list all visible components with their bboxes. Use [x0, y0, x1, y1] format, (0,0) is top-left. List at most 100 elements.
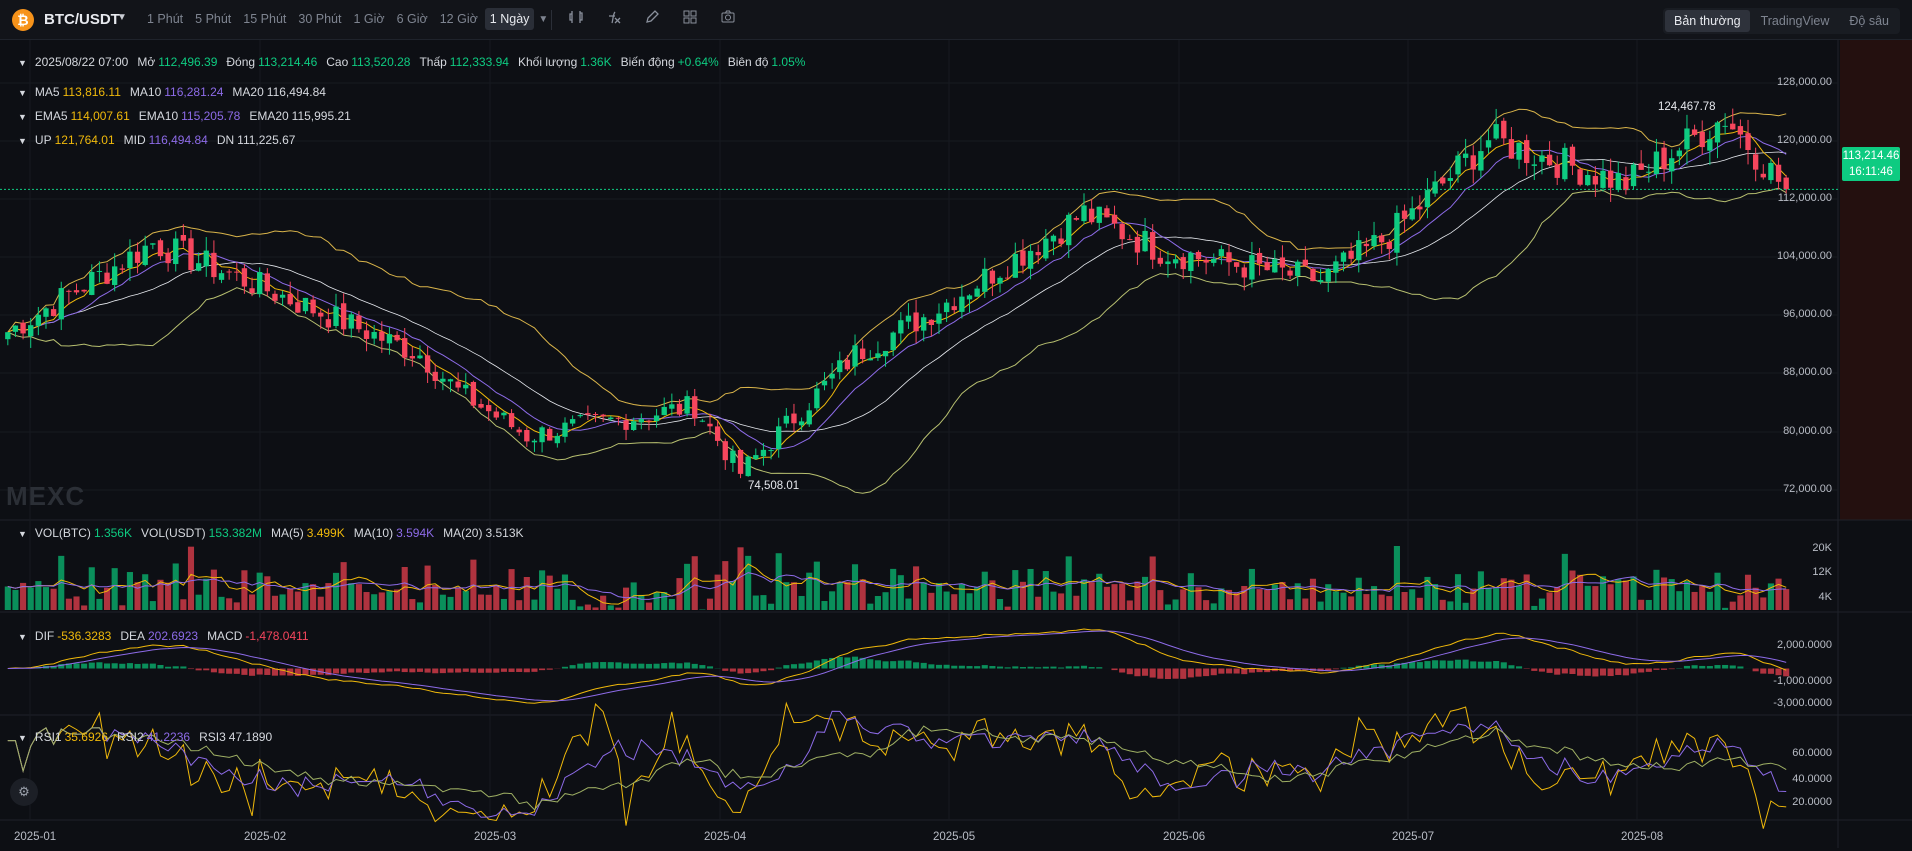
- volume-bar: [89, 567, 95, 610]
- candle-body: [1432, 181, 1437, 193]
- rsi2-line: [8, 711, 1786, 817]
- tab-interval-30m[interactable]: 30 Phút: [293, 8, 346, 30]
- candle-body: [387, 334, 392, 343]
- candle-type-icon[interactable]: [566, 9, 586, 29]
- volume-bar: [1684, 581, 1690, 610]
- candle-body: [944, 303, 949, 312]
- macd-histogram-bar: [531, 669, 537, 672]
- macd-histogram-bar: [363, 669, 369, 674]
- macd-histogram-bar: [1096, 667, 1102, 668]
- candle-body: [1700, 132, 1705, 147]
- legend-value-ma-2: 116,494.84: [267, 85, 326, 99]
- tab-interval-15m[interactable]: 15 Phút: [238, 8, 291, 30]
- macd-histogram-bar: [1409, 662, 1415, 668]
- tab-view-depth[interactable]: Độ sâu: [1840, 10, 1898, 32]
- collapse-chevron-icon[interactable]: ▼: [18, 136, 27, 146]
- macd-histogram-bar: [1050, 667, 1056, 669]
- macd-histogram-bar: [1173, 669, 1179, 679]
- candle-body: [1501, 121, 1506, 139]
- candle-body: [929, 320, 934, 325]
- candle-body: [952, 306, 957, 310]
- candle-body: [913, 312, 918, 331]
- chevron-down-icon[interactable]: ▼: [538, 8, 548, 30]
- collapse-chevron-icon[interactable]: ▼: [18, 632, 27, 642]
- legend-value-ema-1: 115,205.78: [181, 109, 240, 123]
- macd-histogram-bar: [1234, 669, 1240, 674]
- candle-body: [1577, 169, 1582, 184]
- volume-bar: [722, 561, 728, 610]
- volume-bar: [371, 594, 377, 610]
- collapse-chevron-icon[interactable]: ▼: [18, 529, 27, 539]
- indicator-fx-icon[interactable]: [604, 9, 624, 29]
- collapse-chevron-icon[interactable]: ▼: [18, 733, 27, 743]
- macd-histogram-bar: [1066, 666, 1072, 668]
- legend-key-ma-0: MA5: [35, 85, 60, 99]
- macd-histogram-bar: [1440, 660, 1446, 668]
- volume-bar: [829, 591, 835, 610]
- tab-view-tradingview[interactable]: TradingView: [1752, 10, 1839, 32]
- candle-body: [1516, 143, 1521, 160]
- volume-bar: [257, 573, 263, 610]
- collapse-chevron-icon[interactable]: ▼: [18, 112, 27, 122]
- candle-body: [547, 429, 552, 441]
- macd-histogram-bar: [661, 663, 667, 668]
- tab-interval-6h[interactable]: 6 Giờ: [392, 8, 433, 30]
- layout-settings-icon[interactable]: ⚙: [10, 778, 38, 806]
- legend-value-vol-2: 3.499K: [307, 526, 345, 540]
- candle-body: [242, 268, 247, 286]
- volume-bar: [936, 583, 942, 610]
- macd-histogram-bar: [447, 669, 453, 673]
- volume-bar: [1722, 608, 1728, 610]
- volume-bar: [1264, 590, 1270, 610]
- legend-key-ohlc-2: Đóng: [226, 55, 255, 69]
- legend-key-ohlc-3: Cao: [326, 55, 348, 69]
- macd-histogram-bar: [371, 669, 377, 673]
- macd-histogram-bar: [1615, 669, 1621, 675]
- macd-histogram-bar: [150, 664, 156, 669]
- symbol-selector[interactable]: BTC/USDT: [44, 11, 120, 28]
- volume-bar: [1340, 593, 1346, 610]
- candle-body: [1394, 213, 1399, 253]
- candlestick-chart[interactable]: [0, 40, 1912, 848]
- candle-body: [326, 319, 331, 327]
- macd-histogram-bar: [1028, 667, 1034, 669]
- legend-key-macd-2: MACD: [207, 629, 242, 643]
- tab-interval-12h[interactable]: 12 Giờ: [435, 8, 483, 30]
- tab-interval-1d[interactable]: 1 Ngày: [485, 8, 535, 30]
- layout-grid-icon[interactable]: [680, 9, 700, 29]
- macd-histogram-bar: [402, 669, 408, 673]
- volume-bar: [1653, 570, 1659, 610]
- legend-key-ohlc-5: Khối lượng: [518, 55, 577, 69]
- draw-pen-icon[interactable]: [642, 9, 662, 29]
- tab-interval-1h[interactable]: 1 Giờ: [348, 8, 389, 30]
- candle-body: [1677, 151, 1682, 157]
- macd-histogram-bar: [218, 669, 224, 674]
- collapse-chevron-icon[interactable]: ▼: [18, 58, 27, 68]
- macd-histogram-bar: [524, 669, 530, 673]
- macd-histogram-bar: [928, 664, 934, 668]
- macd-histogram-bar: [776, 668, 782, 669]
- camera-icon[interactable]: [718, 9, 738, 29]
- macd-histogram-bar: [1058, 668, 1064, 669]
- volume-bar: [638, 595, 644, 610]
- volume-bar: [165, 583, 171, 610]
- volume-axis-label: 12K: [1812, 566, 1832, 578]
- candle-body: [799, 421, 804, 425]
- chevron-down-icon[interactable]: ▼: [117, 12, 127, 23]
- macd-histogram-bar: [463, 669, 469, 672]
- volume-bar: [921, 582, 927, 610]
- macd-histogram-bar: [760, 669, 766, 672]
- candle-body: [906, 316, 911, 322]
- candle-body: [539, 427, 544, 442]
- macd-histogram-bar: [432, 669, 438, 674]
- macd-histogram-bar: [966, 666, 972, 668]
- candle-body: [1341, 252, 1346, 261]
- tab-interval-1m[interactable]: 1 Phút: [142, 8, 188, 30]
- candle-body: [1669, 158, 1674, 171]
- tab-view-standard[interactable]: Bản thường: [1665, 10, 1750, 32]
- volume-bar: [1630, 576, 1636, 610]
- tab-interval-5m[interactable]: 5 Phút: [190, 8, 236, 30]
- macd-histogram-bar: [592, 662, 598, 668]
- chart-area[interactable]: [0, 40, 1912, 848]
- collapse-chevron-icon[interactable]: ▼: [18, 88, 27, 98]
